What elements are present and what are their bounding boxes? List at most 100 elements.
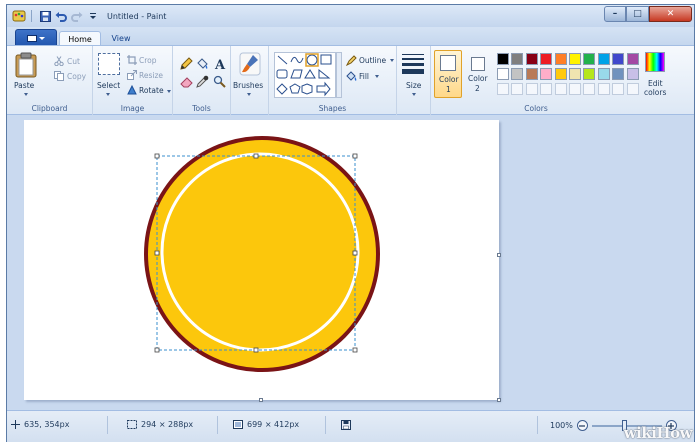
colors-group-label: Colors bbox=[524, 104, 548, 113]
selection-handle[interactable] bbox=[352, 250, 358, 256]
palette-color-swatch[interactable] bbox=[497, 68, 509, 80]
palette-color-swatch[interactable] bbox=[540, 53, 553, 65]
palette-color-swatch[interactable] bbox=[554, 53, 567, 65]
size-dropdown-icon[interactable] bbox=[412, 93, 416, 96]
custom-color-slot[interactable] bbox=[497, 83, 509, 95]
palette-color-swatch[interactable] bbox=[540, 68, 553, 80]
custom-color-slot[interactable] bbox=[597, 83, 610, 95]
shapes-scrollbar[interactable] bbox=[336, 52, 342, 98]
color-1-label: Color bbox=[439, 75, 459, 84]
custom-color-slot[interactable] bbox=[612, 83, 625, 95]
select-label[interactable]: Select bbox=[97, 81, 120, 90]
edit-colors-label-2[interactable]: colors bbox=[644, 88, 666, 97]
color-1-button[interactable]: Color 1 bbox=[434, 50, 462, 98]
canvas-resize-handle-bottom[interactable] bbox=[259, 398, 263, 402]
fill-dropdown-icon[interactable] bbox=[375, 75, 379, 78]
selection-handle[interactable] bbox=[154, 347, 160, 353]
custom-color-slot[interactable] bbox=[540, 83, 553, 95]
fill-icon bbox=[346, 71, 357, 81]
redo-icon[interactable] bbox=[71, 10, 83, 22]
selection-handle[interactable] bbox=[253, 153, 259, 159]
palette-color-swatch[interactable] bbox=[497, 53, 509, 65]
close-button[interactable]: ✕ bbox=[649, 6, 692, 22]
palette-color-swatch[interactable] bbox=[626, 68, 639, 80]
tab-view[interactable]: View bbox=[104, 31, 138, 46]
brushes-dropdown-icon[interactable] bbox=[247, 93, 251, 96]
select-icon[interactable] bbox=[98, 53, 120, 75]
palette-color-swatch[interactable] bbox=[583, 53, 596, 65]
color-2-label: Color bbox=[468, 74, 488, 83]
palette-color-swatch[interactable] bbox=[525, 68, 538, 80]
select-dropdown-icon[interactable] bbox=[106, 93, 110, 96]
fill-bucket-icon[interactable] bbox=[196, 57, 209, 70]
paint-app-icon[interactable] bbox=[12, 9, 26, 23]
minimize-button[interactable]: – bbox=[604, 6, 626, 22]
palette-color-swatch[interactable] bbox=[511, 68, 524, 80]
palette-color-swatch[interactable] bbox=[554, 68, 567, 80]
selection-size-icon bbox=[127, 420, 137, 429]
brush-icon[interactable] bbox=[239, 52, 261, 76]
crop-button[interactable]: Crop bbox=[139, 56, 157, 65]
fill-button[interactable]: Fill bbox=[359, 72, 369, 81]
custom-color-slot[interactable] bbox=[511, 83, 524, 95]
paste-icon[interactable] bbox=[15, 52, 37, 78]
palette-color-swatch[interactable] bbox=[597, 68, 610, 80]
paste-dropdown-icon[interactable] bbox=[24, 93, 28, 96]
selection-handle[interactable] bbox=[154, 250, 160, 256]
canvas-resize-handle-corner[interactable] bbox=[497, 398, 501, 402]
magnifier-icon[interactable] bbox=[213, 75, 226, 88]
tab-home[interactable]: Home bbox=[59, 31, 101, 46]
zoom-out-button[interactable] bbox=[576, 420, 588, 431]
custom-color-slot[interactable] bbox=[626, 83, 639, 95]
canvas-resize-handle-right[interactable] bbox=[497, 253, 501, 257]
yellow-circle-shape bbox=[144, 136, 380, 372]
file-size bbox=[341, 420, 351, 430]
palette-color-swatch[interactable] bbox=[597, 53, 610, 65]
palette-color-swatch[interactable] bbox=[569, 68, 581, 80]
customize-quick-access-icon[interactable] bbox=[87, 10, 99, 22]
document-icon bbox=[27, 34, 37, 42]
custom-color-slot[interactable] bbox=[554, 83, 567, 95]
palette-color-swatch[interactable] bbox=[612, 68, 625, 80]
palette-color-swatch[interactable] bbox=[569, 53, 581, 65]
line-size-icon[interactable] bbox=[402, 54, 424, 74]
cut-button[interactable]: Cut bbox=[67, 57, 80, 66]
edit-colors-label-1[interactable]: Edit bbox=[648, 79, 663, 88]
selection-handle[interactable] bbox=[154, 153, 160, 159]
outline-button[interactable]: Outline bbox=[359, 56, 386, 65]
palette-color-swatch[interactable] bbox=[612, 53, 625, 65]
shapes-gallery[interactable] bbox=[274, 52, 336, 98]
selection-handle[interactable] bbox=[352, 347, 358, 353]
edit-colors-icon[interactable] bbox=[645, 52, 665, 72]
eraser-icon[interactable] bbox=[180, 75, 193, 88]
outline-dropdown-icon[interactable] bbox=[390, 59, 394, 62]
custom-color-slot[interactable] bbox=[583, 83, 596, 95]
rotate-button[interactable]: Rotate bbox=[139, 86, 164, 95]
pencil-icon[interactable] bbox=[180, 57, 193, 70]
paint-menu-button[interactable] bbox=[15, 29, 57, 46]
selection-handle[interactable] bbox=[352, 153, 358, 159]
save-icon[interactable] bbox=[39, 10, 51, 22]
palette-color-swatch[interactable] bbox=[583, 68, 596, 80]
resize-button[interactable]: Resize bbox=[139, 71, 163, 80]
color-picker-icon[interactable] bbox=[196, 75, 209, 88]
custom-color-slot[interactable] bbox=[569, 83, 581, 95]
palette-color-swatch[interactable] bbox=[525, 53, 538, 65]
text-icon[interactable]: A bbox=[213, 57, 226, 70]
tools-group-label: Tools bbox=[192, 104, 211, 113]
copy-button[interactable]: Copy bbox=[67, 72, 86, 81]
brushes-label[interactable]: Brushes bbox=[233, 81, 263, 90]
maximize-button[interactable]: □ bbox=[626, 6, 649, 22]
palette-color-swatch[interactable] bbox=[626, 53, 639, 65]
paste-label[interactable]: Paste bbox=[14, 81, 34, 90]
palette-color-swatch[interactable] bbox=[511, 53, 524, 65]
undo-icon[interactable] bbox=[55, 10, 67, 22]
size-label[interactable]: Size bbox=[406, 81, 421, 90]
drawing-canvas[interactable] bbox=[24, 120, 499, 400]
custom-color-slot[interactable] bbox=[525, 83, 538, 95]
color-1-number: 1 bbox=[446, 85, 451, 94]
color-2-button[interactable]: Color 2 bbox=[464, 50, 492, 98]
selection-handle[interactable] bbox=[253, 347, 259, 353]
cursor-position-value: 635, 354px bbox=[24, 420, 70, 429]
rotate-dropdown-icon[interactable] bbox=[167, 90, 171, 93]
